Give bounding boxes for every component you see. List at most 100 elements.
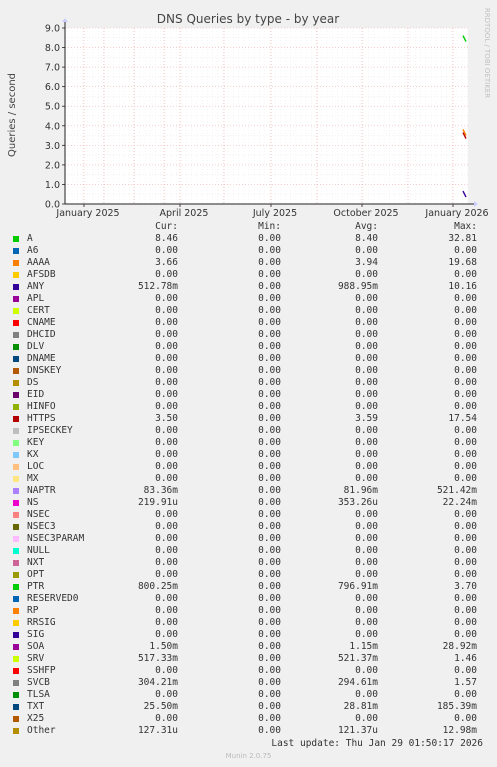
legend-swatch: [13, 307, 19, 314]
legend-min-value: 0.00: [258, 461, 281, 472]
legend-max-value: 0.00: [454, 293, 477, 304]
legend-row: AAAA 3.66 0.00 3.94 19.68: [10, 257, 477, 269]
legend-row: SSHFP 0.00 0.00 0.00 0.00: [10, 665, 477, 677]
legend-series-name: EID: [27, 389, 45, 400]
legend-cur-value: 0.00: [155, 605, 178, 616]
legend-min-value: 0.00: [258, 389, 281, 400]
y-tick-label: 1.0: [45, 180, 60, 191]
legend-series-name: NSEC3PARAM: [27, 533, 85, 544]
legend-max-value: 0.00: [454, 617, 477, 628]
legend-series-name: TXT: [27, 701, 45, 712]
legend-series-name: DHCID: [27, 329, 56, 340]
legend-avg-value: 0.00: [355, 377, 378, 388]
legend-max-value: 0.00: [454, 689, 477, 700]
legend-series-name: NSEC3: [27, 521, 56, 532]
legend-min-value: 0.00: [258, 377, 281, 388]
legend-max-value: 3.70: [454, 581, 477, 592]
legend-min-value: 0.00: [258, 653, 281, 664]
legend-series-name: SSHFP: [27, 665, 56, 676]
legend-avg-value: 0.00: [355, 461, 378, 472]
legend-min-value: 0.00: [258, 245, 281, 256]
legend-swatch: [13, 511, 19, 518]
legend-min-value: 0.00: [258, 485, 281, 496]
legend-series-name: NS: [27, 497, 39, 508]
legend-series-name: KEY: [27, 437, 45, 448]
legend-cur-value: 3.50: [155, 413, 178, 424]
legend-series-name: SIG: [27, 629, 45, 640]
legend-min-value: 0.00: [258, 293, 281, 304]
legend-series-name: NAPTR: [27, 485, 56, 496]
legend-row: TXT 25.50m 0.00 28.81m 185.39m: [10, 701, 477, 713]
legend-swatch: [13, 691, 19, 698]
legend-cur-value: 0.00: [155, 269, 178, 280]
legend-min-value: 0.00: [258, 605, 281, 616]
legend-swatch: [13, 283, 19, 290]
legend-avg-value: 0.00: [355, 245, 378, 256]
legend-avg-value: 0.00: [355, 473, 378, 484]
legend-row: MX 0.00 0.00 0.00 0.00: [10, 473, 477, 485]
legend-row: KEY 0.00 0.00 0.00 0.00: [10, 437, 477, 449]
legend-max-value: 10.16: [448, 281, 477, 292]
legend-avg-value: 0.00: [355, 317, 378, 328]
legend-avg-value: 8.40: [355, 233, 378, 244]
legend-max-value: 0.00: [454, 353, 477, 364]
munin-version: Munin 2.0.75: [225, 752, 272, 760]
legend-cur-value: 0.00: [155, 473, 178, 484]
legend-max-value: 32.81: [448, 233, 477, 244]
legend-series-name: MX: [27, 473, 39, 484]
legend-cur-value: 0.00: [155, 425, 178, 436]
legend-series-name: APL: [27, 293, 45, 304]
legend-swatch: [13, 415, 19, 422]
legend-cur-value: 0.00: [155, 437, 178, 448]
legend-series-name: X25: [27, 713, 45, 724]
legend-cur-value: 0.00: [155, 293, 178, 304]
legend-avg-value: 0.00: [355, 293, 378, 304]
legend-cur-value: 0.00: [155, 461, 178, 472]
legend-avg-value: 0.00: [355, 533, 378, 544]
rrdtool-watermark: RRDTOOL / TOBI OETIKER: [483, 8, 491, 98]
legend-avg-value: 0.00: [355, 269, 378, 280]
legend-swatch: [13, 403, 19, 410]
legend-max-value: 0.00: [454, 425, 477, 436]
chart: DNS Queries by type - by year Queries / …: [7, 8, 491, 219]
legend-row: CNAME 0.00 0.00 0.00 0.00: [10, 317, 477, 329]
last-update: Last update: Thu Jan 29 01:50:17 2026: [271, 738, 483, 749]
legend-min-value: 0.00: [258, 581, 281, 592]
legend-row: LOC 0.00 0.00 0.00 0.00: [10, 461, 477, 473]
legend-swatch: [13, 679, 19, 686]
legend-swatch: [13, 631, 19, 638]
legend-swatch: [13, 295, 19, 302]
legend-avg-value: 0.00: [355, 665, 378, 676]
legend-cur-value: 0.00: [155, 377, 178, 388]
legend-max-value: 0.00: [454, 377, 477, 388]
legend-swatch: [13, 439, 19, 446]
legend-max-value: 0.00: [454, 533, 477, 544]
y-tick-label: 8.0: [45, 43, 60, 54]
legend-avg-value: 0.00: [355, 605, 378, 616]
legend-cur-value: 0.00: [155, 545, 178, 556]
legend-series-name: Other: [27, 725, 56, 736]
legend-min-value: 0.00: [258, 317, 281, 328]
legend-max-value: 0.00: [454, 593, 477, 604]
legend-cur-value: 0.00: [155, 449, 178, 460]
legend-series-name: IPSECKEY: [27, 425, 73, 436]
legend-row: DLV 0.00 0.00 0.00 0.00: [10, 341, 477, 353]
legend-series-name: AFSDB: [27, 269, 56, 280]
legend-cur-value: 0.00: [155, 329, 178, 340]
x-axis-arrow: [474, 201, 478, 207]
legend-series-name: PTR: [27, 581, 45, 592]
legend-header-row: Cur: Min: Avg: Max:: [10, 221, 477, 233]
y-tick-label: 4.0: [45, 121, 60, 132]
y-tick-label: 2.0: [45, 160, 60, 171]
legend-cur-value: 0.00: [155, 365, 178, 376]
legend-swatch: [13, 595, 19, 602]
legend-row: EID 0.00 0.00 0.00 0.00: [10, 389, 477, 401]
legend-avg-value: 0.00: [355, 593, 378, 604]
legend-row: PTR 800.25m 0.00 796.91m 3.70: [10, 581, 477, 593]
legend-row: DHCID 0.00 0.00 0.00 0.00: [10, 329, 477, 341]
legend-avg-value: 3.59: [355, 413, 378, 424]
legend-swatch: [13, 247, 19, 254]
legend-avg-value: 796.91m: [337, 581, 378, 592]
legend-avg-value: 121.37u: [337, 725, 378, 736]
legend-min-value: 0.00: [258, 533, 281, 544]
